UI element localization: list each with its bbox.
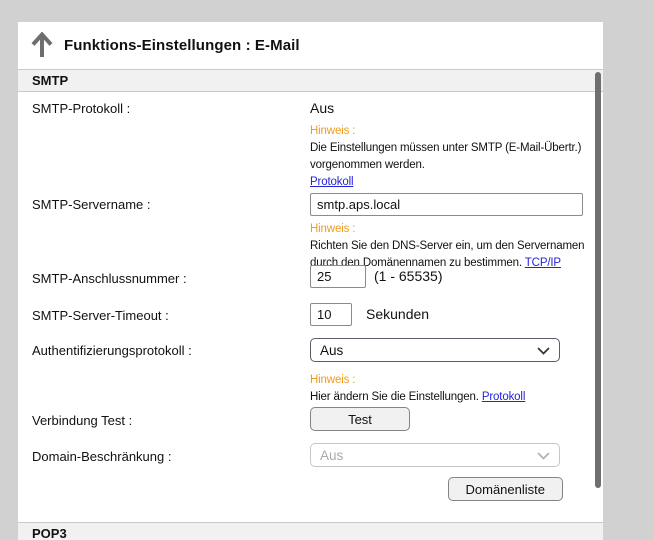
verbindung-test-label: Verbindung Test : (32, 413, 132, 428)
domaenenliste-button[interactable]: Domänenliste (448, 477, 564, 501)
email-settings-page: Funktions-Einstellungen : E-Mail SMTP SM… (0, 0, 654, 540)
auth-hint: Hinweis : Hier ändern Sie die Einstellun… (310, 372, 603, 406)
protokoll-link-2[interactable]: Protokoll (482, 391, 525, 403)
test-button[interactable]: Test (310, 407, 410, 431)
section-header-smtp: SMTP (18, 69, 603, 92)
chevron-down-icon (537, 343, 550, 358)
hint-title: Hinweis : (310, 372, 603, 389)
hint-text-line1: Richten Sie den DNS-Server ein, um den S… (310, 238, 603, 255)
auth-protokoll-label: Authentifizierungsprotokoll : (32, 343, 192, 358)
smtp-timeout-label: SMTP-Server-Timeout : (32, 308, 169, 323)
smtp-anschlussnummer-input[interactable] (310, 265, 366, 288)
section-header-pop3: POP3 (18, 522, 603, 540)
domain-beschraenkung-label: Domain-Beschränkung : (32, 449, 171, 464)
domain-beschraenkung-select-disabled: Aus (310, 443, 560, 467)
timeout-unit-text: Sekunden (366, 306, 429, 322)
smtp-protokoll-value: Aus (310, 100, 334, 116)
smtp-servername-label: SMTP-Servername : (32, 197, 150, 212)
smtp-anschlussnummer-label: SMTP-Anschlussnummer : (32, 271, 187, 286)
smtp-servername-input[interactable] (310, 193, 583, 216)
auth-protokoll-selected-value: Aus (320, 343, 343, 358)
hint-text-line1: Die Einstellungen müssen unter SMTP (E-M… (310, 140, 603, 157)
smtp-timeout-input[interactable] (310, 303, 352, 326)
port-range-text: (1 - 65535) (374, 268, 442, 284)
back-arrow-up-icon[interactable] (31, 32, 53, 59)
protokoll-link[interactable]: Protokoll (310, 176, 353, 188)
auth-protokoll-select[interactable]: Aus (310, 338, 560, 362)
domain-selected-value: Aus (320, 448, 343, 463)
hint-title: Hinweis : (310, 221, 603, 238)
chevron-down-icon (537, 448, 550, 463)
page-title: Funktions-Einstellungen : E-Mail (64, 37, 300, 54)
settings-card: Funktions-Einstellungen : E-Mail SMTP SM… (18, 22, 603, 540)
tcpip-link[interactable]: TCP/IP (525, 257, 561, 269)
settings-scroll-area: SMTP SMTP-Protokoll : Aus Hinweis : Die … (18, 68, 603, 540)
vertical-scrollbar-thumb[interactable] (595, 72, 601, 488)
hint-title: Hinweis : (310, 123, 603, 140)
smtp-protokoll-hint: Hinweis : Die Einstellungen müssen unter… (310, 123, 603, 191)
hint-text-line2: vorgenommen werden. (310, 157, 603, 174)
page-header: Funktions-Einstellungen : E-Mail (18, 22, 603, 68)
smtp-protokoll-label: SMTP-Protokoll : (32, 101, 130, 116)
hint-text-line1: Hier ändern Sie die Einstellungen. Proto… (310, 389, 603, 406)
